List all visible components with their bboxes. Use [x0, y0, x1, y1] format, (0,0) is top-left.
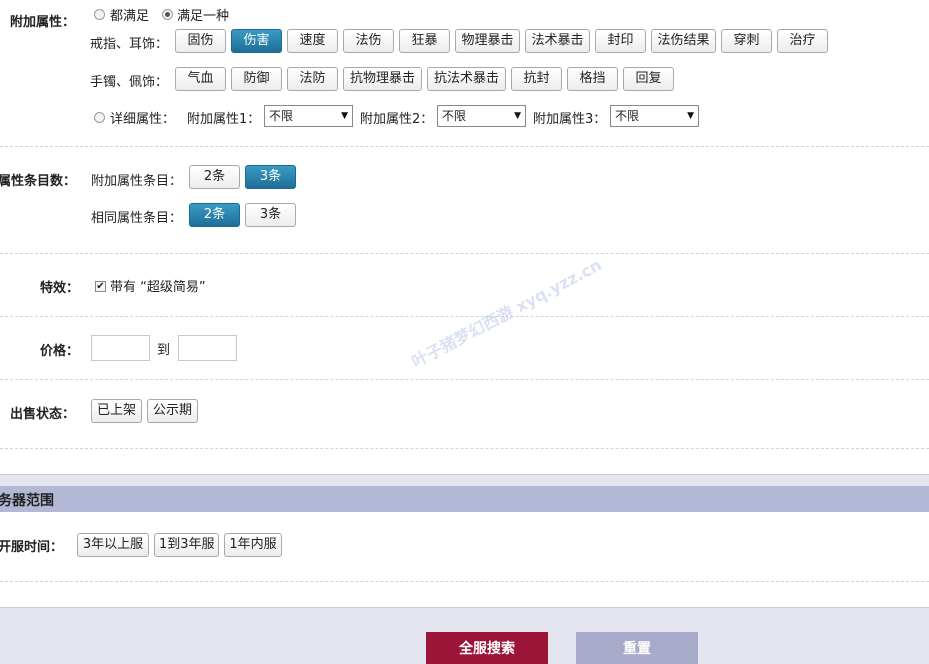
same-count-label: 相同属性条目：	[91, 211, 183, 226]
divider	[0, 316, 929, 317]
bracelet-attr-button-6[interactable]: 格挡	[567, 67, 618, 91]
reset-button[interactable]: 重置	[576, 632, 698, 664]
radio-detail-attr[interactable]	[94, 112, 105, 123]
ring-attr-button-4[interactable]: 狂暴	[399, 29, 450, 53]
super-easy-checkbox[interactable]: ✔	[95, 281, 106, 292]
section-gap	[0, 474, 929, 486]
divider	[0, 253, 929, 254]
bracelet-attr-button-1[interactable]: 防御	[231, 67, 282, 91]
super-easy-label: 带有 “超级简易”	[110, 280, 206, 295]
extra-count-2-button[interactable]: 2条	[189, 165, 240, 189]
ring-attr-button-6[interactable]: 法术暴击	[525, 29, 590, 53]
on-shelf-button[interactable]: 已上架	[91, 399, 142, 423]
extra-count-label: 附加属性条目：	[91, 174, 183, 189]
divider	[0, 146, 929, 147]
server-range-header: 务器范围	[0, 486, 929, 512]
bracelet-label: 手镯、佩饰：	[90, 75, 169, 90]
extra-attr-1-select[interactable]: 不限 ▼	[264, 105, 353, 127]
ring-attr-button-1[interactable]: 伤害	[231, 29, 282, 53]
bracelet-attr-button-5[interactable]: 抗封	[511, 67, 562, 91]
server-within-1y-button[interactable]: 1年内服	[224, 533, 282, 557]
ring-attr-button-3[interactable]: 法伤	[343, 29, 394, 53]
chevron-down-icon: ▼	[514, 111, 521, 121]
bracelet-attr-button-2[interactable]: 法防	[287, 67, 338, 91]
price-to-label: 到	[157, 343, 171, 358]
same-count-3-button[interactable]: 3条	[245, 203, 296, 227]
ring-attr-button-5[interactable]: 物理暴击	[455, 29, 520, 53]
effect-label: 特效：	[40, 281, 80, 296]
radio-all-match[interactable]	[94, 9, 105, 20]
server-range-title: 务器范围	[0, 493, 54, 509]
chevron-down-icon: ▼	[341, 111, 348, 121]
radio-any-match-label: 满足一种	[177, 9, 230, 24]
ring-attr-button-7[interactable]: 封印	[595, 29, 646, 53]
select-3-label: 附加属性3：	[533, 112, 607, 127]
ring-attr-button-10[interactable]: 治疗	[777, 29, 828, 53]
server-1to3y-button[interactable]: 1到3年服	[154, 533, 219, 557]
price-label: 价格：	[40, 344, 80, 359]
radio-any-match[interactable]	[162, 9, 173, 20]
radio-all-match-label: 都满足	[110, 9, 150, 24]
extra-attr-label: 附加属性：	[10, 15, 76, 30]
extra-attr-3-select[interactable]: 不限 ▼	[610, 105, 699, 127]
ring-label: 戒指、耳饰：	[90, 37, 169, 52]
select-2-value: 不限	[442, 109, 467, 123]
chevron-down-icon: ▼	[687, 111, 694, 121]
bracelet-attr-button-4[interactable]: 抗法术暴击	[427, 67, 506, 91]
select-1-value: 不限	[269, 109, 294, 123]
bracelet-attr-button-7[interactable]: 回复	[623, 67, 674, 91]
attr-count-label: 属性条目数：	[0, 174, 77, 189]
select-1-label: 附加属性1：	[187, 112, 261, 127]
detail-attr-label: 详细属性：	[110, 112, 176, 127]
select-3-value: 不限	[615, 109, 640, 123]
extra-count-3-button[interactable]: 3条	[245, 165, 296, 189]
public-period-button[interactable]: 公示期	[147, 399, 198, 423]
divider	[0, 379, 929, 380]
price-min-input[interactable]	[91, 335, 150, 361]
ring-attr-button-8[interactable]: 法伤结果	[651, 29, 716, 53]
divider	[0, 581, 929, 582]
select-2-label: 附加属性2：	[360, 112, 434, 127]
ring-attr-button-9[interactable]: 穿刺	[721, 29, 772, 53]
search-all-button[interactable]: 全服搜索	[426, 632, 548, 664]
open-time-label: 开服时间：	[0, 540, 64, 555]
ring-attr-button-2[interactable]: 速度	[287, 29, 338, 53]
same-count-2-button[interactable]: 2条	[189, 203, 240, 227]
price-max-input[interactable]	[178, 335, 237, 361]
bracelet-attr-button-3[interactable]: 抗物理暴击	[343, 67, 422, 91]
extra-attr-2-select[interactable]: 不限 ▼	[437, 105, 526, 127]
sale-status-label: 出售状态：	[10, 407, 76, 422]
bracelet-attr-button-0[interactable]: 气血	[175, 67, 226, 91]
server-3y-plus-button[interactable]: 3年以上服	[77, 533, 149, 557]
divider	[0, 448, 929, 449]
watermark: 叶子猪梦幻西游 xyq.yzz.cn	[408, 255, 605, 372]
ring-attr-button-0[interactable]: 固伤	[175, 29, 226, 53]
